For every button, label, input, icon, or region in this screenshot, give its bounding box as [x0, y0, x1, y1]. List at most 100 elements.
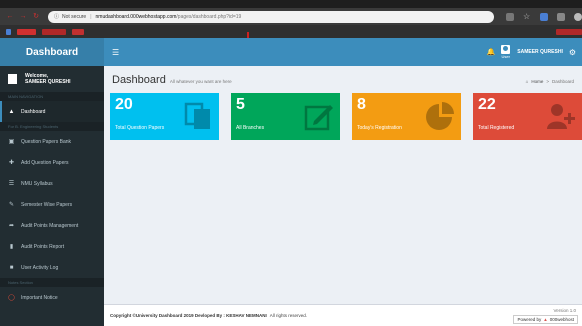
user-panel: Welcome, SAMEER QURESHI [0, 66, 104, 92]
stat-label: All Branches [236, 125, 265, 131]
bookmark-item[interactable] [42, 28, 67, 35]
user-menu[interactable]: User SAMEER QURESHI [501, 45, 563, 59]
not-secure-label: Not secure [62, 13, 87, 20]
sidebar-item-label: Important Notice [21, 294, 58, 301]
sidebar-item-audit-points-report[interactable]: ▮ Audit Points Report [0, 236, 104, 257]
plus-icon: ✚ [8, 160, 15, 166]
gears-icon[interactable]: ⚙ [569, 48, 576, 57]
user-panel-name: SAMEER QURESHI [25, 79, 71, 85]
stat-number: 5 [236, 96, 245, 113]
book-icon: ☰ [8, 181, 15, 187]
extension-icons: ☆ [506, 12, 582, 21]
url-separator: | [90, 13, 92, 20]
apps-icon[interactable] [6, 28, 12, 35]
footer-version: Version 1.0 [553, 308, 576, 313]
sidebar-item-user-activity-log[interactable]: ■ User Activity Log [0, 257, 104, 278]
user-panel-text: Welcome, SAMEER QURESHI [25, 73, 71, 85]
dashboard-icon: ▲ [8, 108, 15, 115]
sidebar-item-important-notice[interactable]: ◯ Important Notice [0, 287, 104, 308]
star-icon[interactable]: ☆ [523, 12, 531, 21]
folder-icon: ■ [9, 264, 14, 271]
sidebar-item-label: Question Papers Bank [21, 138, 72, 145]
sidebar-item-semester-wise-papers[interactable]: ✎ Semester Wise Papers [0, 194, 104, 215]
breadcrumb-home[interactable]: Home [531, 79, 543, 84]
breadcrumb: ⌂ Home > Dashboard [526, 79, 574, 84]
nav-buttons: ← → ↻ [6, 13, 40, 21]
translate-icon[interactable] [506, 12, 514, 21]
bank-icon: ▣ [8, 139, 15, 145]
stat-box-todays-registration[interactable]: 8 Today's Registration [352, 93, 461, 140]
content-header: Dashboard All whatever you want are here… [104, 66, 582, 86]
page-title: Dashboard [112, 74, 166, 86]
sidebar-item-label: Audit Points Report [21, 243, 65, 250]
profile-icon[interactable] [574, 12, 582, 21]
url-host: nmudashboard.000webhostapp.com [95, 13, 177, 20]
breadcrumb-separator: > [546, 79, 549, 84]
top-navbar: ☰ 🔔 User SAMEER QURESHI ⚙ [104, 38, 582, 66]
sidebar-item-dashboard[interactable]: ▲ Dashboard [0, 101, 104, 122]
file-icon: ▮ [9, 244, 14, 250]
stat-label: Total Question Papers [115, 125, 165, 131]
tab-bar [0, 0, 582, 8]
extension-icon[interactable] [540, 12, 548, 21]
hosted-badge[interactable]: Powered by ▲ 000webhost [513, 315, 578, 324]
user-role: User [501, 54, 510, 59]
stat-label: Total Registered [478, 125, 515, 131]
sidebar-header-main: MAIN NAVIGATION [0, 92, 104, 101]
home-icon: ⌂ [525, 79, 529, 84]
bookmark-item[interactable] [72, 28, 85, 35]
sidebar-item-nmu-syllabus[interactable]: ☰ NMU Syllabus [0, 173, 104, 194]
footer-copyright: Copyright ©University Dashboard 2019 Dev… [110, 313, 267, 318]
bookmark-item[interactable] [17, 28, 37, 35]
pencil-square-icon [304, 105, 333, 131]
url-path: /pages/dashboard.php?id=19 [176, 13, 242, 20]
sidebar-item-label: Add Question Papers [21, 159, 69, 166]
circle-icon: ◯ [8, 295, 15, 301]
user-plus-icon [547, 104, 575, 129]
navbar-right: 🔔 User SAMEER QURESHI ⚙ [487, 45, 576, 59]
sidebar-toggle-icon[interactable]: ☰ [112, 48, 119, 57]
info-icon[interactable]: ⓘ [54, 13, 59, 20]
sidebar-item-label: NMU Syllabus [21, 180, 53, 187]
copy-icon [184, 102, 210, 129]
sidebar-item-label: User Activity Log [21, 264, 59, 271]
reload-icon[interactable]: ↻ [32, 13, 40, 21]
stat-number: 20 [115, 96, 133, 113]
address-row: ← → ↻ ⓘ Not secure | nmudashboard.000web… [0, 8, 582, 25]
sidebar-item-label: Dashboard [21, 108, 46, 115]
app-logo[interactable]: Dashboard [0, 38, 104, 66]
edit-icon: ✎ [8, 202, 15, 208]
bell-icon[interactable]: 🔔 [487, 48, 496, 56]
stat-box-total-question-papers[interactable]: 20 Total Question Papers [110, 93, 219, 140]
user-avatar-wrap: User [501, 45, 511, 59]
bookmark-item[interactable] [556, 28, 582, 35]
sidebar-header-notes: Notes Section [0, 278, 104, 287]
sidebar-item-label: Semester Wise Papers [21, 201, 73, 208]
stat-boxes: 20 Total Question Papers 5 All Branches … [110, 93, 582, 140]
forward-icon[interactable]: → [19, 13, 27, 21]
footer: Copyright ©University Dashboard 2019 Dev… [104, 304, 582, 326]
page-subtitle: All whatever you want are here [169, 79, 232, 84]
footer-rights: All rights reserved. [269, 313, 308, 318]
stat-box-total-registered[interactable]: 22 Total Registered [473, 93, 582, 140]
back-icon[interactable]: ← [6, 13, 14, 21]
reply-icon: ➦ [8, 223, 15, 229]
stat-label: Today's Registration [357, 125, 402, 131]
breadcrumb-current: Dashboard [551, 79, 574, 84]
stat-box-all-branches[interactable]: 5 All Branches [231, 93, 340, 140]
address-bar[interactable]: ⓘ Not secure | nmudashboard.000webhostap… [48, 10, 494, 23]
host-brand: 000webhost [549, 317, 574, 322]
browser-chrome: ← → ↻ ⓘ Not secure | nmudashboard.000web… [0, 0, 582, 38]
user-name: SAMEER QURESHI [517, 49, 563, 55]
powered-by-label: Powered by [517, 317, 542, 322]
bookmarks-bar [0, 25, 582, 38]
sidebar-item-question-papers-bank[interactable]: ▣ Question Papers Bank [0, 131, 104, 152]
sidebar-item-label: Audit Points Management [21, 222, 79, 229]
avatar [501, 45, 511, 54]
sidebar: Welcome, SAMEER QURESHI MAIN NAVIGATION … [0, 66, 104, 326]
extension-icon[interactable] [557, 12, 565, 21]
sidebar-item-add-question-papers[interactable]: ✚ Add Question Papers [0, 152, 104, 173]
sidebar-item-audit-points-management[interactable]: ➦ Audit Points Management [0, 215, 104, 236]
user-panel-avatar [8, 74, 17, 84]
stat-number: 22 [478, 96, 496, 113]
